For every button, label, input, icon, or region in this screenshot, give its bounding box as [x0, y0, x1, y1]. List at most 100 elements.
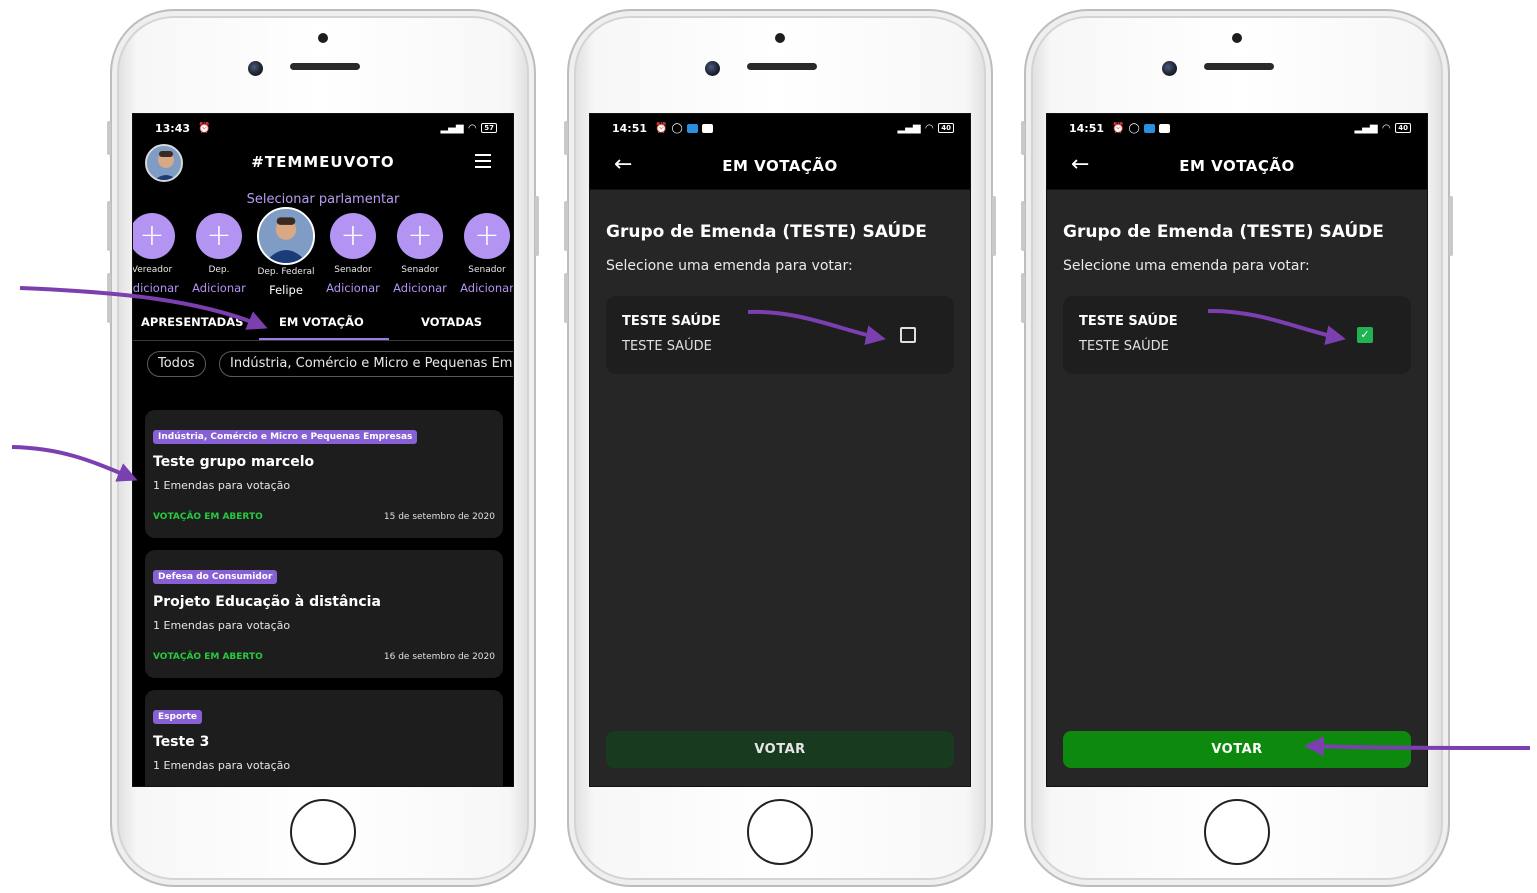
- status-bar: 14:51 ⏰ ◯ ▂▄▆ ◠ 40: [590, 114, 970, 142]
- front-camera-icon: [248, 61, 263, 76]
- group-card[interactable]: Indústria, Comércio e Micro e Pequenas E…: [145, 410, 503, 538]
- plus-icon: +: [464, 213, 510, 259]
- avatar[interactable]: [145, 144, 183, 182]
- phone-frame-2: 14:51 ⏰ ◯ ▂▄▆ ◠ 40 ← EM VOTAÇÃO Grupo de…: [564, 9, 996, 887]
- chip-todos[interactable]: Todos: [147, 351, 206, 377]
- status-time: 14:51: [612, 121, 648, 135]
- chip-industria[interactable]: Indústria, Comércio e Micro e Pequenas E…: [219, 351, 513, 377]
- phone-frame-3: 14:51 ⏰ ◯ ▂▄▆ ◠ 40 ← EM VOTAÇÃO Grupo de…: [1021, 9, 1453, 887]
- page-title: EM VOTAÇÃO: [722, 156, 838, 175]
- group-title: Grupo de Emenda (TESTE) SAÚDE: [606, 222, 927, 242]
- earpiece-speaker: [747, 63, 817, 70]
- app-title: #TEMMEUVOTO: [251, 153, 395, 171]
- plus-icon: +: [397, 213, 443, 259]
- app-notification-icon: [686, 123, 698, 133]
- proximity-sensor: [775, 33, 785, 43]
- page-title: EM VOTAÇÃO: [1179, 156, 1295, 175]
- earpiece-speaker: [290, 63, 360, 70]
- home-button[interactable]: [290, 799, 356, 865]
- tab-apresentadas[interactable]: APRESENTADAS: [141, 315, 243, 329]
- status-badge: VOTAÇÃO EM ABERTO: [153, 652, 263, 662]
- amendment-checkbox[interactable]: [900, 327, 916, 343]
- alarm-icon: ⏰: [655, 122, 668, 134]
- parliamentarian-dep-federal[interactable]: Dep. Federal Felipe: [251, 207, 321, 297]
- alarm-icon: ⏰: [1112, 122, 1125, 134]
- home-button[interactable]: [1204, 799, 1270, 865]
- earpiece-speaker: [1204, 63, 1274, 70]
- app-notification-icon: [1143, 123, 1155, 133]
- home-button[interactable]: [747, 799, 813, 865]
- front-camera-icon: [705, 61, 720, 76]
- amendment-item[interactable]: TESTE SAÚDE TESTE SAÚDE ✓: [1063, 296, 1411, 374]
- parliamentarian-senador-1[interactable]: + Senador Adicionar: [318, 213, 388, 295]
- category-tag: Indústria, Comércio e Micro e Pequenas E…: [153, 430, 418, 444]
- app-header: #TEMMEUVOTO: [133, 142, 513, 182]
- battery-icon: 57: [481, 123, 497, 133]
- battery-icon: 40: [1395, 123, 1411, 133]
- card-subtitle: 1 Emendas para votação: [153, 619, 291, 632]
- youtube-icon: [1158, 123, 1170, 133]
- voting-header: ← EM VOTAÇÃO: [1047, 142, 1427, 190]
- parliamentarian-senador-3[interactable]: + Senador Adicionar: [452, 213, 513, 295]
- tab-bar: APRESENTADAS EM VOTAÇÃO VOTADAS: [133, 305, 513, 341]
- wifi-icon: ◠: [468, 122, 477, 134]
- voting-header: ← EM VOTAÇÃO: [590, 142, 970, 190]
- active-tab-indicator: [259, 338, 389, 340]
- amendment-checkbox[interactable]: ✓: [1357, 327, 1373, 343]
- status-badge: VOTAÇÃO EM ABERTO: [153, 512, 263, 522]
- vote-button[interactable]: VOTAR: [606, 731, 954, 768]
- avatar: [257, 207, 315, 265]
- screen-voting-checked: 14:51 ⏰ ◯ ▂▄▆ ◠ 40 ← EM VOTAÇÃO Grupo de…: [1046, 113, 1428, 787]
- parliamentarian-vereador[interactable]: + Vereador Adicionar: [133, 213, 187, 295]
- card-title: Teste grupo marcelo: [153, 454, 315, 470]
- instruction-text: Selecione uma emenda para votar:: [1063, 258, 1310, 274]
- signal-icon: ▂▄▆: [897, 122, 921, 134]
- instruction-text: Selecione uma emenda para votar:: [606, 258, 853, 274]
- alarm-icon: ⏰: [198, 122, 211, 134]
- tab-em-votacao[interactable]: EM VOTAÇÃO: [279, 315, 364, 329]
- whatsapp-icon: ◯: [671, 122, 683, 134]
- group-title: Grupo de Emenda (TESTE) SAÚDE: [1063, 222, 1384, 242]
- card-date: 16 de setembro de 2020: [383, 652, 495, 662]
- plus-icon: +: [330, 213, 376, 259]
- card-date: 15 de setembro de 2020: [383, 512, 495, 522]
- phone-frame-1: 13:43 ⏰ ▂▄▆ ◠ 57 #TEMMEUVOTO Selecionar …: [107, 9, 539, 887]
- card-title: Projeto Educação à distância: [153, 594, 381, 610]
- amendment-item[interactable]: TESTE SAÚDE TESTE SAÚDE: [606, 296, 954, 374]
- select-parliamentarian-label: Selecionar parlamentar: [246, 192, 400, 207]
- wifi-icon: ◠: [1382, 122, 1391, 134]
- filter-chips: Todos Indústria, Comércio e Micro e Pequ…: [133, 341, 513, 385]
- plus-icon: +: [133, 213, 175, 259]
- back-arrow-icon[interactable]: ←: [1071, 152, 1089, 177]
- menu-icon[interactable]: [475, 154, 491, 168]
- plus-icon: +: [196, 213, 242, 259]
- screen-voting-unchecked: 14:51 ⏰ ◯ ▂▄▆ ◠ 40 ← EM VOTAÇÃO Grupo de…: [589, 113, 971, 787]
- group-card[interactable]: Defesa do Consumidor Projeto Educação à …: [145, 550, 503, 678]
- youtube-icon: [701, 123, 713, 133]
- status-bar: 14:51 ⏰ ◯ ▂▄▆ ◠ 40: [1047, 114, 1427, 142]
- card-title: Teste 3: [153, 734, 210, 750]
- back-arrow-icon[interactable]: ←: [614, 152, 632, 177]
- signal-icon: ▂▄▆: [1354, 122, 1378, 134]
- proximity-sensor: [318, 33, 328, 43]
- parliamentarian-carousel[interactable]: + Vereador Adicionar + Dep. Adicionar De…: [133, 207, 513, 305]
- parliamentarian-senador-2[interactable]: + Senador Adicionar: [385, 213, 455, 295]
- card-subtitle: 1 Emendas para votação: [153, 759, 291, 772]
- tab-votadas[interactable]: VOTADAS: [421, 315, 482, 329]
- amendment-title: TESTE SAÚDE: [1079, 314, 1178, 329]
- card-subtitle: 1 Emendas para votação: [153, 479, 291, 492]
- status-time: 13:43: [155, 121, 191, 135]
- amendment-title: TESTE SAÚDE: [622, 314, 721, 329]
- whatsapp-icon: ◯: [1128, 122, 1140, 134]
- front-camera-icon: [1162, 61, 1177, 76]
- parliamentarian-dep[interactable]: + Dep. Adicionar: [184, 213, 254, 295]
- amendment-subtitle: TESTE SAÚDE: [1079, 339, 1169, 354]
- proximity-sensor: [1232, 33, 1242, 43]
- group-card[interactable]: Esporte Teste 3 1 Emendas para votação: [145, 690, 503, 786]
- category-tag: Defesa do Consumidor: [153, 570, 278, 584]
- signal-icon: ▂▄▆: [440, 122, 464, 134]
- status-time: 14:51: [1069, 121, 1105, 135]
- battery-icon: 40: [938, 123, 954, 133]
- vote-button[interactable]: VOTAR: [1063, 731, 1411, 768]
- wifi-icon: ◠: [925, 122, 934, 134]
